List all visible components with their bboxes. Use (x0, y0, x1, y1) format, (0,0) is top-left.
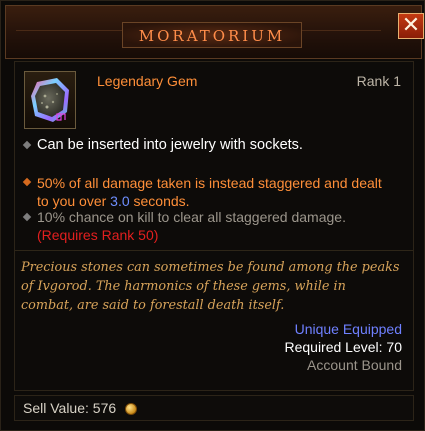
item-name: MORATORIUM (138, 27, 286, 45)
sell-value-bar: Sell Value: 576 (14, 395, 414, 421)
required-level: Required Level: 70 (284, 339, 402, 355)
legendary-gem-icon (31, 78, 69, 122)
account-bound: Account Bound (307, 357, 402, 373)
flavor-text: Precious stones can sometimes be found a… (21, 260, 400, 313)
title-bar: MORATORIUM ✕ (5, 5, 424, 59)
rank-effect: 10% chance on kill to clear all staggere… (37, 209, 346, 225)
sell-value-label: Sell Value: (23, 400, 89, 416)
gold-coin-icon (125, 403, 137, 415)
sell-value: Sell Value: 576 (23, 400, 116, 416)
effect-text-start: 50% of all damage taken is instead stagg… (37, 175, 382, 209)
primary-property: Can be inserted into jewelry with socket… (37, 137, 303, 153)
effect-text-end: seconds. (129, 193, 190, 209)
close-button[interactable]: ✕ (398, 13, 424, 39)
title-plate: MORATORIUM (122, 22, 302, 48)
rank-requirement: (Requires Rank 50) (37, 227, 159, 243)
item-type: Legendary Gem (97, 73, 198, 89)
legendary-effect: 50% of all damage taken is instead stagg… (37, 174, 397, 210)
effect-duration-value: 3.0 (110, 193, 130, 209)
sell-value-amount: 576 (92, 400, 117, 416)
close-icon: ✕ (401, 13, 421, 38)
divider (15, 250, 413, 251)
item-tooltip: MORATORIUM ✕ Legendary Gem Rank 1 Can be… (0, 0, 425, 431)
unique-equipped: Unique Equipped (294, 321, 402, 337)
gem-rank: Rank 1 (356, 73, 401, 89)
item-icon-frame (24, 71, 76, 129)
